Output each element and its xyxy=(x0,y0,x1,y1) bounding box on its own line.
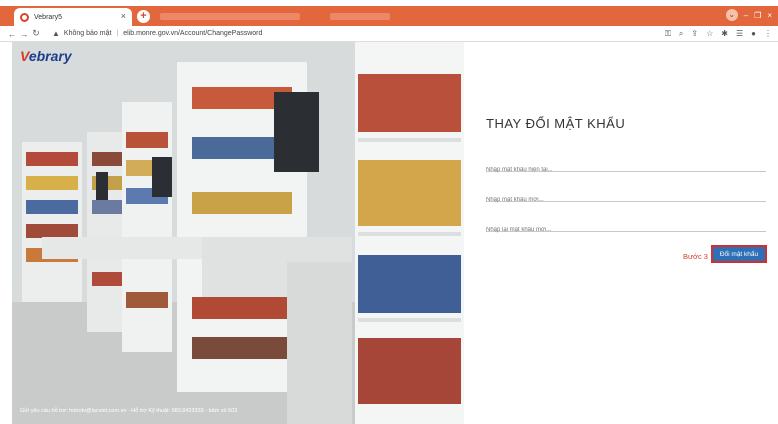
tab-bar: Vebrary5 × + ⌄ – ❐ × xyxy=(0,6,778,26)
close-window-icon[interactable]: × xyxy=(767,11,772,20)
toolbar-icons: ⚿ ⌕ ⇪ ☆ ✱ ☰ ● ⋮ xyxy=(665,29,772,39)
share-icon[interactable]: ⇪ xyxy=(691,29,698,39)
profile-avatar-icon[interactable]: ● xyxy=(751,29,756,39)
tab-close-icon[interactable]: × xyxy=(121,11,126,21)
new-password-field[interactable] xyxy=(486,188,766,203)
url-field[interactable]: elib.monre.gov.vn/Account/ChangePassword xyxy=(123,30,262,37)
blurred-tab[interactable] xyxy=(160,13,300,20)
bookmark-star-icon[interactable]: ☆ xyxy=(706,29,713,39)
current-password-field[interactable] xyxy=(486,158,766,173)
window-controls: ⌄ – ❐ × xyxy=(725,9,772,21)
minimize-icon[interactable]: – xyxy=(744,11,748,20)
new-tab-button[interactable]: + xyxy=(137,10,150,23)
forward-icon[interactable]: → xyxy=(18,29,30,39)
reading-list-icon[interactable]: ☰ xyxy=(736,29,743,39)
current-password-input[interactable] xyxy=(486,167,766,173)
new-password-input[interactable] xyxy=(486,197,766,203)
blurred-tab[interactable] xyxy=(330,13,390,20)
library-background-image: Vebrary Gửi yêu cầu hỗ trợ: hotrotv@lacv… xyxy=(12,42,464,424)
address-separator: | xyxy=(116,30,119,37)
support-footer: Gửi yêu cầu hỗ trợ: hotrotv@lacviet.com.… xyxy=(20,408,238,414)
browser-tab[interactable]: Vebrary5 × xyxy=(14,8,132,26)
key-icon[interactable]: ⚿ xyxy=(665,29,671,39)
profile-icon[interactable]: ⌄ xyxy=(725,9,738,21)
tab-title: Vebrary5 xyxy=(34,13,63,21)
back-icon[interactable]: ← xyxy=(6,29,18,39)
maximize-icon[interactable]: ❐ xyxy=(754,11,761,20)
page-title: THAY ĐỔI MẬT KHẨU xyxy=(486,116,626,131)
menu-icon[interactable]: ⋮ xyxy=(764,29,772,39)
change-password-button[interactable]: Đổi mật khẩu xyxy=(711,245,767,263)
browser-window: Vebrary5 × + ⌄ – ❐ × ← → ↻ ▲ Không bảo m… xyxy=(0,0,778,424)
step-annotation: Bước 3 xyxy=(683,252,708,261)
library-illustration xyxy=(12,42,464,424)
confirm-password-input[interactable] xyxy=(486,227,766,233)
warning-icon[interactable]: ▲ xyxy=(52,29,60,38)
security-status[interactable]: Không bảo mật xyxy=(64,30,111,37)
extensions-icon[interactable]: ✱ xyxy=(721,29,728,39)
vebrary-logo[interactable]: Vebrary xyxy=(20,48,72,64)
zoom-icon[interactable]: ⌕ xyxy=(679,29,683,39)
reload-icon[interactable]: ↻ xyxy=(30,28,42,39)
site-favicon-icon xyxy=(20,12,29,22)
address-bar: ← → ↻ ▲ Không bảo mật | elib.monre.gov.v… xyxy=(0,26,778,42)
confirm-password-field[interactable] xyxy=(486,218,766,233)
